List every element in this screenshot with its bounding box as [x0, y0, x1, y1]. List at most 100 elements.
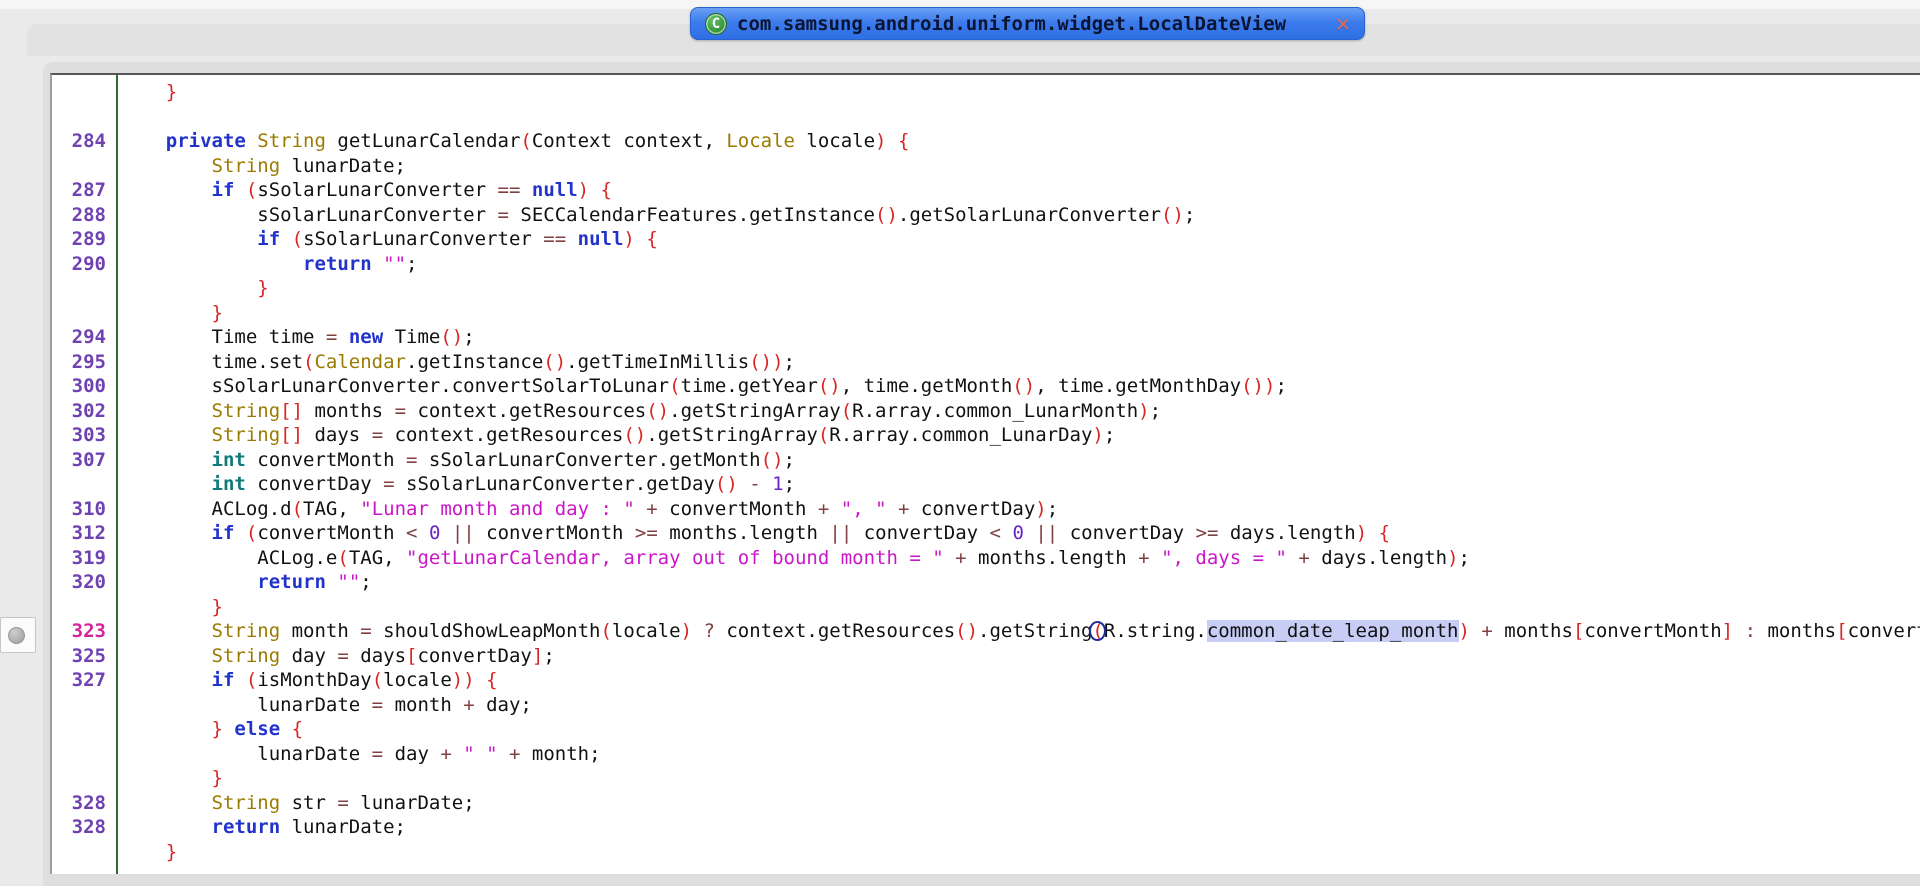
line-number: 312	[52, 521, 116, 546]
code-text: }	[116, 595, 1920, 620]
code-text: Time time = new Time();	[116, 325, 1920, 350]
selection-highlight: common_date_leap_month	[1207, 620, 1459, 642]
line-number	[52, 80, 116, 105]
line-number	[52, 693, 116, 718]
code-text: sSolarLunarConverter.convertSolarToLunar…	[116, 374, 1920, 399]
code-line: String lunarDate;	[52, 154, 1920, 179]
code-text: }	[116, 766, 1920, 791]
code-line: }	[52, 595, 1920, 620]
code-text: }	[116, 80, 1920, 105]
code-text: if (isMonthDay(locale)) {	[116, 668, 1920, 693]
line-number	[52, 301, 116, 326]
code-text: int convertMonth = sSolarLunarConverter.…	[116, 448, 1920, 473]
tab-close-icon[interactable]: ✕	[1336, 13, 1350, 35]
code-line: }	[52, 840, 1920, 865]
matched-paren-ring: (	[1092, 620, 1103, 642]
code-text: int convertDay = sSolarLunarConverter.ge…	[116, 472, 1920, 497]
code-line: 328 String str = lunarDate;	[52, 791, 1920, 816]
code-line: }	[52, 80, 1920, 105]
code-line: 290 return "";	[52, 252, 1920, 277]
code-line: int convertDay = sSolarLunarConverter.ge…	[52, 472, 1920, 497]
code-line: 303 String[] days = context.getResources…	[52, 423, 1920, 448]
line-number	[52, 276, 116, 301]
code-text: lunarDate = month + day;	[116, 693, 1920, 718]
line-number	[52, 595, 116, 620]
line-number	[52, 154, 116, 179]
code-line: }	[52, 301, 1920, 326]
code-text: ACLog.e(TAG, "getLunarCalendar, array ou…	[116, 546, 1920, 571]
code-line: 320 return "";	[52, 570, 1920, 595]
line-number: 310	[52, 497, 116, 522]
line-number: 294	[52, 325, 116, 350]
line-number: 325	[52, 644, 116, 669]
line-number: 303	[52, 423, 116, 448]
code-line: 287 if (sSolarLunarConverter == null) {	[52, 178, 1920, 203]
line-number: 328	[52, 791, 116, 816]
code-line: 295 time.set(Calendar.getInstance().getT…	[52, 350, 1920, 375]
line-number: 327	[52, 668, 116, 693]
code-text: lunarDate = day + " " + month;	[116, 742, 1920, 767]
line-number: 323	[52, 619, 116, 644]
code-text: String lunarDate;	[116, 154, 1920, 179]
code-line: 327 if (isMonthDay(locale)) {	[52, 668, 1920, 693]
code-text: String month = shouldShowLeapMonth(local…	[116, 619, 1920, 644]
code-text: }	[116, 276, 1920, 301]
class-icon: C	[705, 13, 727, 35]
code-line: 310 ACLog.d(TAG, "Lunar month and day : …	[52, 497, 1920, 522]
code-text: String[] months = context.getResources()…	[116, 399, 1920, 424]
code-text: return lunarDate;	[116, 815, 1920, 840]
code-line: }	[52, 276, 1920, 301]
code-text: if (convertMonth < 0 || convertMonth >= …	[116, 521, 1920, 546]
line-number	[52, 717, 116, 742]
line-number: 320	[52, 570, 116, 595]
code-line: 325 String day = days[convertDay];	[52, 644, 1920, 669]
line-number: 307	[52, 448, 116, 473]
line-number	[52, 472, 116, 497]
line-number	[52, 742, 116, 767]
tab-title: com.samsung.android.uniform.widget.Local…	[737, 13, 1326, 35]
code-line: 302 String[] months = context.getResourc…	[52, 399, 1920, 424]
code-text: sSolarLunarConverter = SECCalendarFeatur…	[116, 203, 1920, 228]
code-text: if (sSolarLunarConverter == null) {	[116, 227, 1920, 252]
line-number: 288	[52, 203, 116, 228]
line-number: 287	[52, 178, 116, 203]
code-line: 328 return lunarDate;	[52, 815, 1920, 840]
code-text: String day = days[convertDay];	[116, 644, 1920, 669]
line-number: 302	[52, 399, 116, 424]
code-text: String[] days = context.getResources().g…	[116, 423, 1920, 448]
code-area: }284 private String getLunarCalendar(Con…	[52, 75, 1920, 874]
line-number	[52, 766, 116, 791]
line-number	[52, 840, 116, 865]
class-tab[interactable]: C com.samsung.android.uniform.widget.Loc…	[690, 7, 1365, 40]
line-number: 300	[52, 374, 116, 399]
code-line: 288 sSolarLunarConverter = SECCalendarFe…	[52, 203, 1920, 228]
code-line: }	[52, 766, 1920, 791]
code-line: 323 String month = shouldShowLeapMonth(l…	[52, 619, 1920, 644]
code-text	[116, 105, 1920, 130]
code-text: } else {	[116, 717, 1920, 742]
code-line: 319 ACLog.e(TAG, "getLunarCalendar, arra…	[52, 546, 1920, 571]
line-number: 295	[52, 350, 116, 375]
marker-ball-icon	[8, 627, 25, 644]
code-line: lunarDate = month + day;	[52, 693, 1920, 718]
line-number: 328	[52, 815, 116, 840]
code-text: private String getLunarCalendar(Context …	[116, 129, 1920, 154]
code-text: }	[116, 301, 1920, 326]
line-number: 290	[52, 252, 116, 277]
code-line	[52, 105, 1920, 130]
code-text: return "";	[116, 252, 1920, 277]
line-number: 284	[52, 129, 116, 154]
code-text: time.set(Calendar.getInstance().getTimeI…	[116, 350, 1920, 375]
code-line: 307 int convertMonth = sSolarLunarConver…	[52, 448, 1920, 473]
code-line: 284 private String getLunarCalendar(Cont…	[52, 129, 1920, 154]
line-number	[52, 105, 116, 130]
code-line: 312 if (convertMonth < 0 || convertMonth…	[52, 521, 1920, 546]
code-line: 289 if (sSolarLunarConverter == null) {	[52, 227, 1920, 252]
line-number: 319	[52, 546, 116, 571]
code-text: if (sSolarLunarConverter == null) {	[116, 178, 1920, 203]
code-text: String str = lunarDate;	[116, 791, 1920, 816]
code-editor[interactable]: }284 private String getLunarCalendar(Con…	[50, 73, 1920, 874]
code-line: lunarDate = day + " " + month;	[52, 742, 1920, 767]
edge-marker[interactable]	[0, 617, 36, 653]
code-text: return "";	[116, 570, 1920, 595]
